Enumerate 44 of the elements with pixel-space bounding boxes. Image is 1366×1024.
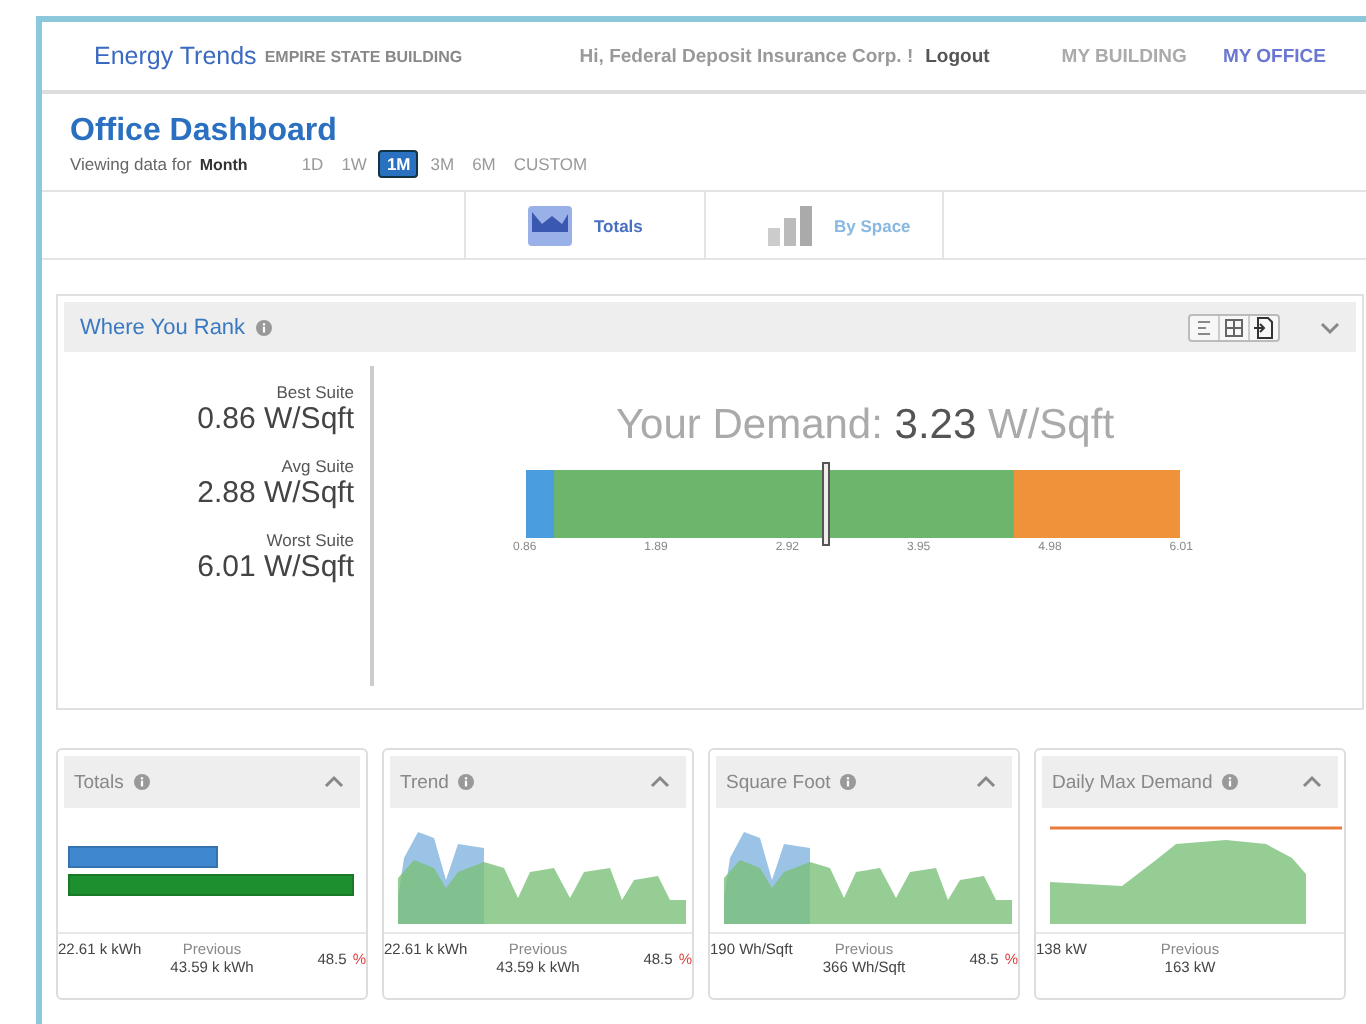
greeting: Hi, Federal Deposit Insurance Corp. !: [579, 45, 914, 67]
suite-label: Avg Suite: [279, 456, 354, 476]
range-tab[interactable]: 1D: [295, 152, 330, 176]
export-icon[interactable]: [1248, 315, 1278, 339]
chevron-up-icon[interactable]: [976, 774, 996, 790]
card-title: Trend: [400, 771, 449, 793]
suite-value: 2.88 W/Sqft: [195, 476, 354, 510]
range-tab[interactable]: 3M: [424, 152, 461, 176]
card-title: Totals: [74, 771, 124, 793]
page-title: Office Dashboard: [70, 114, 339, 150]
suite-label: Best Suite: [274, 382, 354, 402]
view-tab[interactable]: Totals: [464, 192, 704, 258]
range-tab[interactable]: CUSTOM: [507, 152, 594, 176]
viewing-label: Viewing data for: [70, 154, 192, 174]
view-tab[interactable]: By Space: [704, 192, 944, 258]
bar-chart-icon: [766, 203, 814, 247]
suite-label: Worst Suite: [264, 530, 354, 550]
suite-value: 0.86 W/Sqft: [195, 402, 354, 436]
nav-link[interactable]: MY BUILDING: [1061, 45, 1187, 67]
range-tab[interactable]: 1M: [378, 150, 419, 178]
logout-link[interactable]: Logout: [925, 45, 990, 67]
card-title: Square Foot: [726, 771, 831, 793]
info-icon[interactable]: [133, 774, 150, 790]
demand-heading: Your Demand: 3.23 W/Sqft: [615, 402, 1115, 450]
gauge-marker: [822, 462, 831, 546]
area-chart-icon: [526, 203, 574, 247]
range-tab[interactable]: 1W: [335, 152, 373, 176]
viewing-value: Month: [199, 155, 248, 173]
range-tab[interactable]: 6M: [466, 152, 502, 176]
chevron-up-icon[interactable]: [650, 774, 670, 790]
chevron-up-icon[interactable]: [324, 774, 344, 790]
suite-value: 6.01 W/Sqft: [195, 550, 354, 584]
info-icon[interactable]: [255, 319, 272, 335]
nav-link[interactable]: MY OFFICE: [1222, 45, 1326, 67]
card-title: Daily Max Demand: [1052, 771, 1213, 793]
chevron-up-icon[interactable]: [1302, 774, 1322, 790]
info-icon[interactable]: [458, 774, 475, 790]
info-icon[interactable]: [840, 774, 857, 790]
building-name: EMPIRE STATE BUILDING: [264, 47, 463, 65]
info-icon[interactable]: [1222, 774, 1239, 790]
panel-title: Where You Rank: [80, 315, 246, 339]
chevron-down-icon[interactable]: [1320, 319, 1340, 335]
grid-icon[interactable]: [1218, 315, 1248, 339]
brand-logo[interactable]: Energy Trends: [94, 42, 257, 70]
